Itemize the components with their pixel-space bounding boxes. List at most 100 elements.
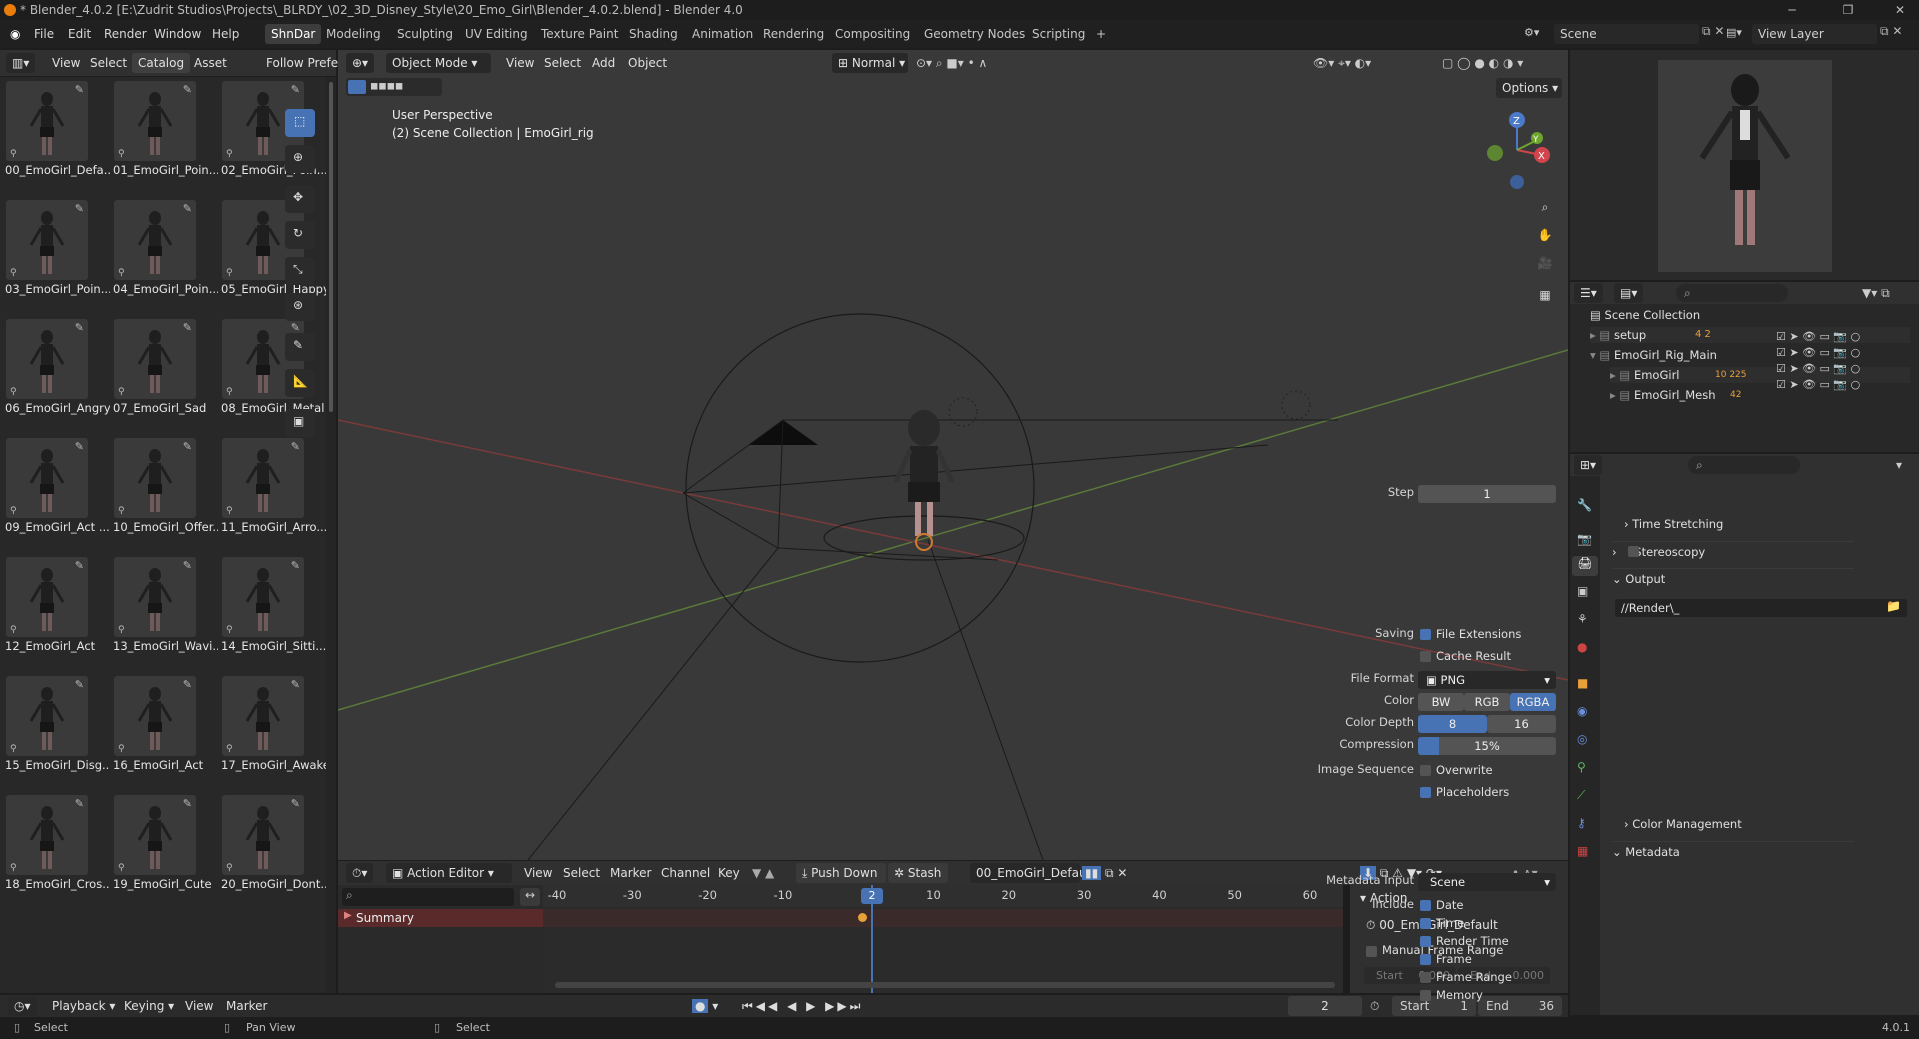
bone-tab-icon[interactable]: ⟋ bbox=[1577, 788, 1585, 803]
edit-asset-icon[interactable]: ✎ bbox=[183, 678, 192, 691]
compression-slider[interactable]: 15% bbox=[1418, 737, 1556, 755]
timeline-scrollbar[interactable] bbox=[555, 982, 1335, 988]
asset-menu-catalog[interactable]: Catalog bbox=[132, 53, 191, 73]
edit-asset-icon[interactable]: ✎ bbox=[291, 678, 300, 691]
depth-16-button[interactable]: 16 bbox=[1487, 715, 1556, 733]
include-checkbox[interactable] bbox=[1420, 990, 1431, 1001]
stereoscopy-section[interactable]: › Stereoscopy bbox=[1612, 541, 1854, 561]
timeline-menu-keying[interactable]: Keying ▾ bbox=[124, 996, 174, 1016]
view-layer-icon[interactable]: ▤▾ bbox=[1726, 26, 1742, 39]
summary-expand-icon[interactable]: ▶ bbox=[344, 910, 352, 921]
tab-shading[interactable]: Shading bbox=[623, 24, 684, 44]
options-dropdown[interactable]: Options ▾ bbox=[1496, 78, 1562, 98]
edit-asset-icon[interactable]: ✎ bbox=[183, 202, 192, 215]
ae-menu-view[interactable]: View bbox=[524, 863, 552, 883]
include-checkbox[interactable] bbox=[1420, 972, 1431, 983]
asset-thumbnail[interactable]: ✎⚲ bbox=[6, 438, 88, 518]
asset-thumbnail[interactable]: ✎⚲ bbox=[6, 557, 88, 637]
output-path-field[interactable]: //Render\_ bbox=[1615, 599, 1907, 617]
tab-shndar[interactable]: ShnDar bbox=[265, 24, 322, 44]
menu-file[interactable]: File bbox=[34, 20, 54, 48]
transform-orientation-dropdown[interactable]: ⊞ Normal ▾ bbox=[832, 53, 908, 73]
properties-options-icon[interactable]: ▾ bbox=[1896, 455, 1902, 475]
menu-edit[interactable]: Edit bbox=[68, 20, 91, 48]
edit-asset-icon[interactable]: ✎ bbox=[75, 797, 84, 810]
close-icon[interactable]: ✕ bbox=[1890, 0, 1910, 20]
edit-asset-icon[interactable]: ✎ bbox=[75, 83, 84, 96]
tab-geometry-nodes[interactable]: Geometry Nodes bbox=[918, 24, 1031, 44]
rotate-tool[interactable]: ↻ bbox=[285, 221, 315, 249]
cursor-tool[interactable]: ⊕ bbox=[285, 145, 315, 173]
outliner-filter-icon[interactable]: ▼▾ ⧉ bbox=[1862, 283, 1890, 303]
asset-thumbnail[interactable]: ✎⚲ bbox=[222, 676, 304, 756]
blender-menu-icon[interactable]: ◉ bbox=[10, 20, 20, 48]
scene-tab-icon[interactable]: ⚘ bbox=[1577, 612, 1588, 626]
outliner-scene-collection[interactable]: ▤ Scene Collection bbox=[1590, 307, 1910, 323]
action-selector[interactable]: 00_EmoGirl_Default bbox=[970, 863, 1095, 883]
ae-menu-channel[interactable]: Channel bbox=[661, 863, 710, 883]
viewport-editor-type-icon[interactable]: ⊕▾ bbox=[346, 53, 375, 73]
add-cube-tool[interactable]: ▣ bbox=[285, 409, 315, 437]
viewport-menu-view[interactable]: View bbox=[506, 53, 534, 73]
select-extend-icon[interactable]: ◼◼◼◼ bbox=[370, 81, 403, 92]
action-editor-mode[interactable]: ▣ Action Editor ▾ bbox=[386, 863, 512, 883]
follow-prefs-dropdown[interactable]: Follow Prefer bbox=[266, 53, 343, 73]
outliner-row-rig-main[interactable]: ▾ ▤ EmoGirl_Rig_Main bbox=[1590, 347, 1910, 363]
action-timeline-area[interactable]: -40 -30 -20 -10 10 20 30 40 50 60 2 bbox=[543, 885, 1343, 993]
tab-scripting[interactable]: Scripting bbox=[1026, 24, 1091, 44]
asset-thumbnail[interactable]: ✎⚲ bbox=[6, 319, 88, 399]
summary-channel[interactable]: ▶ Summary bbox=[338, 909, 543, 927]
asset-thumbnail[interactable]: ✎⚲ bbox=[6, 676, 88, 756]
asset-thumbnail[interactable]: ✎⚲ bbox=[6, 81, 88, 161]
measure-tool[interactable]: 📐 bbox=[285, 369, 315, 397]
stereoscopy-checkbox[interactable] bbox=[1628, 546, 1639, 557]
annotate-tool[interactable]: ✎ bbox=[285, 333, 315, 361]
tab-compositing[interactable]: Compositing bbox=[829, 24, 916, 44]
edit-asset-icon[interactable]: ✎ bbox=[183, 83, 192, 96]
cache-result-checkbox[interactable] bbox=[1420, 651, 1431, 662]
shading-mode-icons[interactable]: ▢ ◯ ● ◐ ◑ ▾ bbox=[1442, 53, 1523, 73]
include-checkbox[interactable] bbox=[1420, 936, 1431, 947]
timeline-menu-view[interactable]: View bbox=[185, 996, 213, 1016]
asset-menu-select[interactable]: Select bbox=[90, 53, 127, 73]
visibility-gizmo-icons[interactable]: 👁▾ ⌖▾ ◐▾ bbox=[1313, 53, 1371, 73]
ae-menu-marker[interactable]: Marker bbox=[610, 863, 651, 883]
scene-selector[interactable]: Scene bbox=[1554, 24, 1699, 44]
move-tool[interactable]: ✥ bbox=[285, 185, 315, 213]
include-checkbox[interactable] bbox=[1420, 900, 1431, 911]
asset-thumbnail[interactable]: ✎⚲ bbox=[114, 795, 196, 875]
edit-asset-icon[interactable]: ✎ bbox=[75, 678, 84, 691]
edit-asset-icon[interactable]: ✎ bbox=[75, 202, 84, 215]
stash-button[interactable]: ✲ Stash bbox=[888, 863, 948, 883]
asset-thumbnail[interactable]: ✎⚲ bbox=[222, 557, 304, 637]
view-layer-tab-icon[interactable]: ▣ bbox=[1577, 584, 1588, 598]
edit-asset-icon[interactable]: ✎ bbox=[183, 321, 192, 334]
menu-render[interactable]: Render bbox=[104, 20, 147, 48]
overwrite-checkbox[interactable] bbox=[1420, 765, 1431, 776]
file-format-dropdown[interactable]: ▣ PNG ▾ bbox=[1418, 671, 1556, 689]
edit-asset-icon[interactable]: ✎ bbox=[75, 440, 84, 453]
pan-hand-icon[interactable]: ✋ bbox=[1534, 224, 1556, 246]
include-checkbox[interactable] bbox=[1420, 918, 1431, 929]
outliner-row-setup[interactable]: ▸ ▤ setup 4 2 bbox=[1590, 327, 1910, 343]
new-scene-icon[interactable]: ⧉ ✕ bbox=[1702, 24, 1724, 39]
edit-asset-icon[interactable]: ✎ bbox=[75, 559, 84, 572]
maximize-icon[interactable]: ❐ bbox=[1838, 0, 1858, 20]
output-section[interactable]: ⌄ Output bbox=[1612, 568, 1854, 588]
color-bw-button[interactable]: BW bbox=[1418, 693, 1464, 711]
select-new-icon[interactable] bbox=[348, 80, 366, 94]
tool-tab-icon[interactable]: 🔧 bbox=[1577, 498, 1592, 512]
add-workspace-icon[interactable]: + bbox=[1090, 24, 1112, 44]
metadata-section[interactable]: ⌄ Metadata bbox=[1612, 841, 1854, 861]
frame-ruler[interactable]: -40 -30 -20 -10 10 20 30 40 50 60 bbox=[543, 885, 1343, 907]
asset-thumbnail[interactable]: ✎⚲ bbox=[114, 438, 196, 518]
asset-thumbnail[interactable]: ✎⚲ bbox=[114, 676, 196, 756]
dopesheet-editor-type-icon[interactable]: ⏱▾ bbox=[346, 863, 374, 883]
current-frame-indicator[interactable]: 2 bbox=[861, 888, 883, 904]
channel-sync-icon[interactable]: ↔ bbox=[520, 888, 540, 906]
tab-animation[interactable]: Animation bbox=[686, 24, 759, 44]
edit-asset-icon[interactable]: ✎ bbox=[291, 559, 300, 572]
editor-type-icon[interactable]: ▥▾ bbox=[6, 53, 36, 73]
placeholders-checkbox[interactable] bbox=[1420, 787, 1431, 798]
outliner-search-input[interactable]: ⌕ bbox=[1676, 284, 1788, 302]
